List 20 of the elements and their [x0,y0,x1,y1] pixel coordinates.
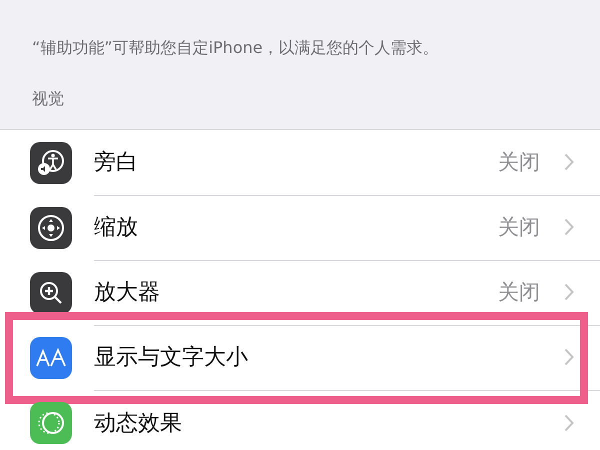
chevron-icon [564,153,574,171]
text-size-icon [30,336,72,378]
row-label: 显示与文字大小 [94,344,249,372]
accessibility-icon [30,142,72,184]
section-header: 视觉 [32,89,65,110]
chevron-icon [564,348,574,366]
zoom-icon [30,206,72,248]
chevron-icon [564,414,574,432]
motion-icon [30,402,72,444]
description-text: “辅助功能”可帮助您自定iPhone，以满足您的个人需求。 [32,38,440,59]
chevron-icon [564,283,574,301]
row-label: 旁白 [94,149,139,177]
row-label: 放大器 [94,279,161,307]
row-label: 动态效果 [94,410,183,438]
row-value: 关闭 [498,214,540,241]
row-value: 关闭 [498,149,540,176]
chevron-icon [564,218,574,236]
row-value: 关闭 [498,279,540,306]
magnifier-icon [30,272,72,314]
row-label: 缩放 [94,214,139,242]
